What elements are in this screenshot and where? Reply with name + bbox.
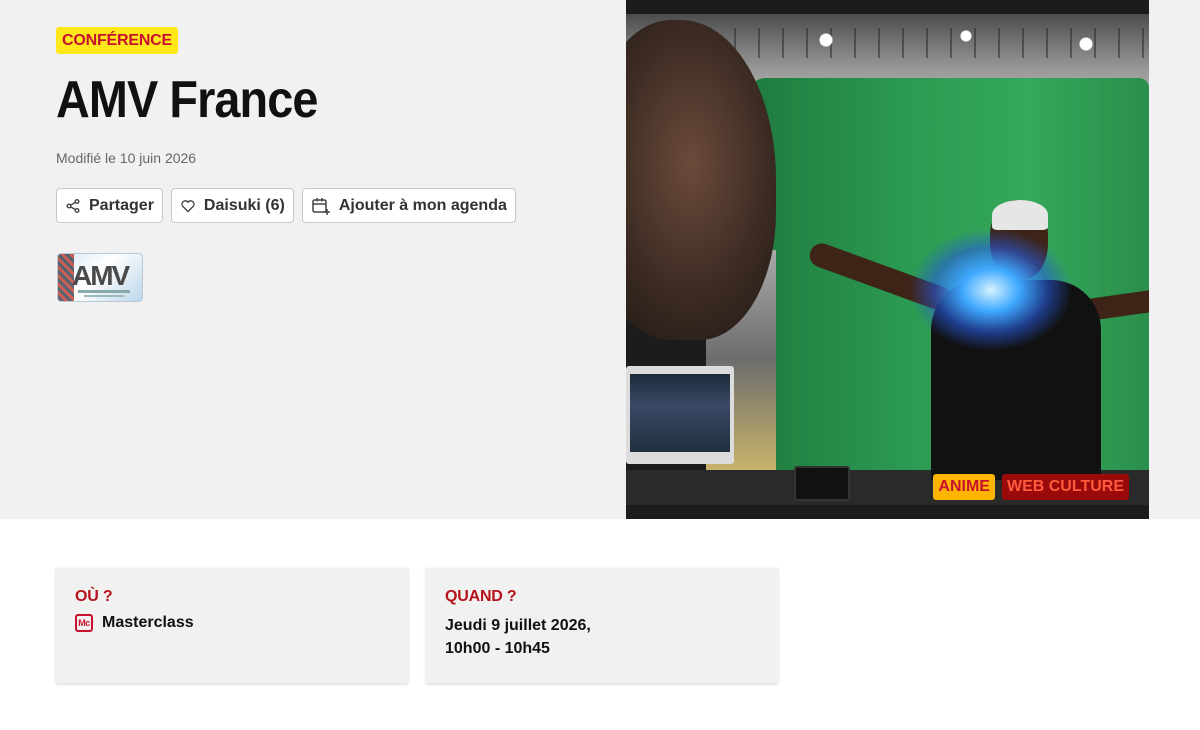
photo-energy-effect	[911, 230, 1071, 350]
agenda-label: Ajouter à mon agenda	[338, 196, 507, 214]
share-label: Partager	[89, 196, 154, 214]
photo-tags: ANIME WEB CULTURE	[933, 474, 1129, 500]
when-date: Jeudi 9 juillet 2026,	[445, 617, 591, 634]
daisuki-label: Daisuki (6)	[203, 196, 285, 214]
where-card: OÙ ? Mc Masterclass	[56, 568, 408, 683]
where-location[interactable]: Mc Masterclass	[75, 614, 389, 632]
calendar-add-icon	[311, 196, 331, 216]
tag-web-culture[interactable]: WEB CULTURE	[1001, 474, 1129, 500]
modified-date: Modifié le 10 juin 2026	[56, 150, 197, 166]
when-card: QUAND ? Jeudi 9 juillet 2026, 10h00 - 10…	[426, 568, 778, 683]
daisuki-button[interactable]: Daisuki (6)	[170, 188, 294, 223]
where-label: OÙ ?	[75, 588, 113, 605]
thumbnail-decoration	[78, 290, 130, 293]
when-label: QUAND ?	[445, 588, 517, 605]
share-icon	[65, 198, 81, 214]
photo-lights	[746, 20, 1146, 60]
category-badge[interactable]: CONFÉRENCE	[56, 27, 179, 54]
event-thumbnail[interactable]: AMV	[57, 253, 143, 302]
when-value: Jeudi 9 juillet 2026, 10h00 - 10h45	[445, 614, 759, 660]
event-photo: ANIME WEB CULTURE	[626, 0, 1149, 519]
photo-monitor	[626, 366, 734, 464]
masterclass-icon: Mc	[75, 614, 93, 632]
page-title: AMV France	[56, 71, 318, 129]
when-time: 10h00 - 10h45	[445, 640, 550, 657]
photo-person-cap	[992, 200, 1048, 230]
where-value: Masterclass	[102, 614, 194, 631]
thumbnail-logo-text: AMV	[72, 260, 130, 291]
action-bar: Partager Daisuki (6) Ajouter à mon agend…	[56, 188, 516, 223]
tag-anime[interactable]: ANIME	[933, 474, 995, 500]
thumbnail-decoration	[84, 295, 124, 297]
share-button[interactable]: Partager	[56, 188, 163, 223]
photo-camera	[794, 466, 850, 501]
add-to-agenda-button[interactable]: Ajouter à mon agenda	[301, 188, 516, 223]
event-hero: CONFÉRENCE AMV France Modifié le 10 juin…	[0, 0, 1200, 519]
photo-monitor-screen	[630, 374, 730, 452]
heart-icon	[180, 198, 196, 214]
